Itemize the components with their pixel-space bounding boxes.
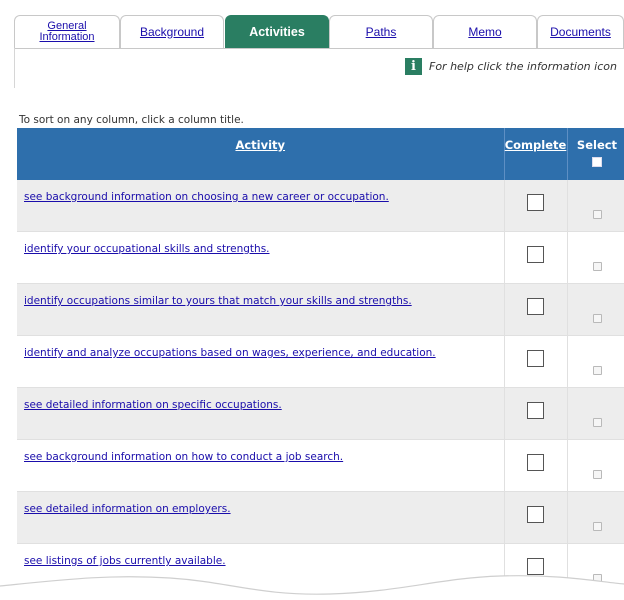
tab-label-line2: Information (39, 32, 94, 43)
complete-column-header[interactable]: Complete (504, 128, 567, 180)
complete-cell (504, 232, 567, 284)
activity-link[interactable]: identify occupations similar to yours th… (24, 295, 504, 307)
tab-label: Activities (249, 27, 305, 38)
tab-documents[interactable]: Documents (537, 15, 624, 48)
tab-label: Documents (550, 27, 611, 38)
complete-cell (504, 492, 567, 544)
complete-cell (504, 388, 567, 440)
table-row: identify and analyze occupations based o… (17, 336, 624, 388)
activity-cell: identify your occupational skills and st… (17, 232, 504, 284)
select-checkbox[interactable] (593, 418, 602, 427)
table-row: identify occupations similar to yours th… (17, 284, 624, 336)
select-column-header: Select (567, 128, 624, 180)
complete-checkbox[interactable] (527, 350, 544, 367)
select-checkbox[interactable] (593, 522, 602, 531)
tab-label: Background (140, 27, 204, 38)
complete-cell (504, 440, 567, 492)
complete-checkbox[interactable] (527, 454, 544, 471)
tab-activities[interactable]: Activities (225, 15, 329, 48)
select-header-label: Select (568, 128, 624, 152)
panel-left-border (14, 48, 15, 88)
select-checkbox[interactable] (593, 210, 602, 219)
activity-link[interactable]: identify your occupational skills and st… (24, 243, 504, 255)
info-icon[interactable]: i (405, 58, 422, 75)
table-row: see background information on how to con… (17, 440, 624, 492)
activity-link[interactable]: see background information on choosing a… (24, 191, 504, 203)
activity-cell: see detailed information on specific occ… (17, 388, 504, 440)
tab-label: Paths (366, 27, 397, 38)
tab-background[interactable]: Background (120, 15, 224, 48)
select-cell (567, 284, 624, 336)
table-row: see background information on choosing a… (17, 180, 624, 232)
torn-edge (0, 560, 624, 600)
help-text: For help click the information icon (429, 60, 617, 73)
tab-bar: General Information Background Activitie… (14, 15, 624, 50)
tab-general-information[interactable]: General Information (14, 15, 120, 48)
select-cell (567, 180, 624, 232)
select-cell (567, 388, 624, 440)
activity-cell: identify occupations similar to yours th… (17, 284, 504, 336)
activity-cell: see detailed information on employers. (17, 492, 504, 544)
table-row: see detailed information on specific occ… (17, 388, 624, 440)
complete-checkbox[interactable] (527, 194, 544, 211)
activity-link[interactable]: identify and analyze occupations based o… (24, 347, 504, 359)
activity-link[interactable]: see background information on how to con… (24, 451, 504, 463)
complete-cell (504, 180, 567, 232)
complete-checkbox[interactable] (527, 246, 544, 263)
activities-table: Activity Complete Select see background … (17, 128, 624, 596)
select-checkbox[interactable] (593, 470, 602, 479)
complete-checkbox[interactable] (527, 298, 544, 315)
help-row: i For help click the information icon (405, 58, 617, 75)
activity-cell: see background information on how to con… (17, 440, 504, 492)
activity-cell: identify and analyze occupations based o… (17, 336, 504, 388)
tab-label: Memo (468, 27, 501, 38)
complete-checkbox[interactable] (527, 506, 544, 523)
table-row: see detailed information on employers. (17, 492, 624, 544)
tab-paths[interactable]: Paths (329, 15, 433, 48)
select-cell (567, 440, 624, 492)
sort-hint: To sort on any column, click a column ti… (19, 114, 244, 126)
activity-cell: see background information on choosing a… (17, 180, 504, 232)
select-all-checkbox[interactable] (592, 157, 602, 167)
complete-cell (504, 284, 567, 336)
activity-column-header[interactable]: Activity (17, 128, 504, 180)
tab-memo[interactable]: Memo (433, 15, 537, 48)
complete-checkbox[interactable] (527, 402, 544, 419)
select-cell (567, 336, 624, 388)
select-checkbox[interactable] (593, 366, 602, 375)
activity-link[interactable]: see detailed information on employers. (24, 503, 504, 515)
select-checkbox[interactable] (593, 262, 602, 271)
select-checkbox[interactable] (593, 314, 602, 323)
complete-cell (504, 336, 567, 388)
activity-header-label: Activity (17, 128, 504, 152)
table-header-row: Activity Complete Select (17, 128, 624, 180)
complete-header-label: Complete (505, 128, 567, 152)
select-cell (567, 492, 624, 544)
activity-link[interactable]: see detailed information on specific occ… (24, 399, 504, 411)
select-cell (567, 232, 624, 284)
table-row: identify your occupational skills and st… (17, 232, 624, 284)
tab-divider (14, 48, 624, 49)
